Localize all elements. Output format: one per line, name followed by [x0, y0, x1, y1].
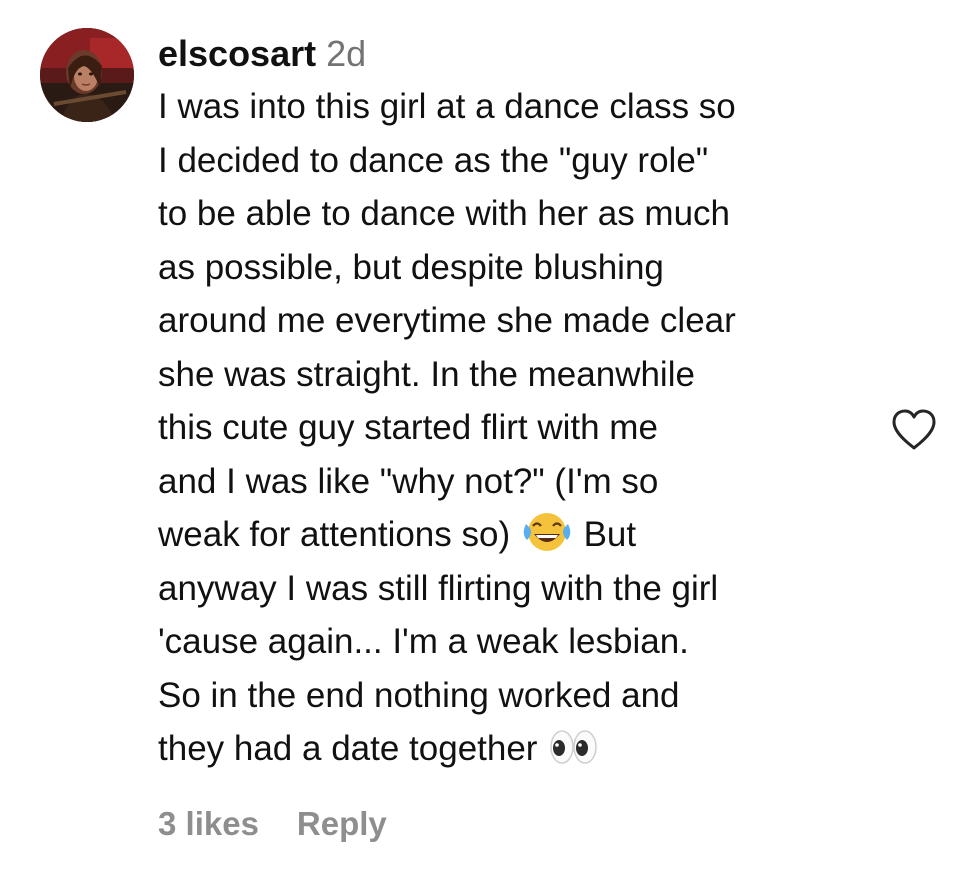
comment-line: she was straight. In the meanwhile	[158, 354, 695, 394]
avatar[interactable]	[40, 28, 134, 122]
comment-line: 'cause again... I'm a weak lesbian.	[158, 622, 689, 661]
reply-button[interactable]: Reply	[297, 805, 387, 842]
comment-line: as possible, but despite blushing	[158, 247, 664, 287]
comment-line-text: But	[573, 515, 637, 554]
eyes-icon	[547, 726, 601, 768]
comment-line-text: weak for attentions so)	[158, 515, 520, 554]
like-button[interactable]	[890, 408, 938, 452]
comment-text: I was into this girl at a dance class so…	[158, 80, 878, 776]
likes-count[interactable]: 3 likes	[158, 805, 259, 842]
heart-outline-icon	[892, 409, 936, 450]
face-with-tears-of-joy-icon	[520, 510, 574, 554]
comment-line: around me everytime she made clear	[158, 301, 736, 340]
comment-meta: elscosart 2d	[158, 30, 878, 78]
comment-line: So in the end nothing worked and	[158, 675, 680, 715]
comment-line: this cute guy started flirt with me	[158, 408, 658, 447]
comment-line: to be able to dance with her as much	[158, 194, 731, 233]
comment-line: weak for attentions so) But	[158, 508, 878, 562]
comment-line-text: they had a date together	[158, 729, 548, 768]
username[interactable]: elscosart	[158, 33, 316, 74]
avatar-image	[40, 28, 134, 122]
comment-line: anyway I was still flirting with the gir…	[158, 568, 719, 608]
comment-line: and I was like "why not?" (I'm so	[158, 461, 659, 501]
timestamp[interactable]: 2d	[326, 33, 366, 74]
comment-body: elscosart 2d I was into this girl at a da…	[158, 30, 878, 776]
comment-actions: 3 likes Reply	[158, 800, 387, 848]
comment-line: I was into this girl at a dance class so	[158, 87, 736, 126]
comment-line: I decided to dance as the "guy role"	[158, 140, 709, 180]
comment-line: they had a date together	[158, 722, 878, 776]
comment-item: elscosart 2d I was into this girl at a da…	[0, 0, 980, 882]
